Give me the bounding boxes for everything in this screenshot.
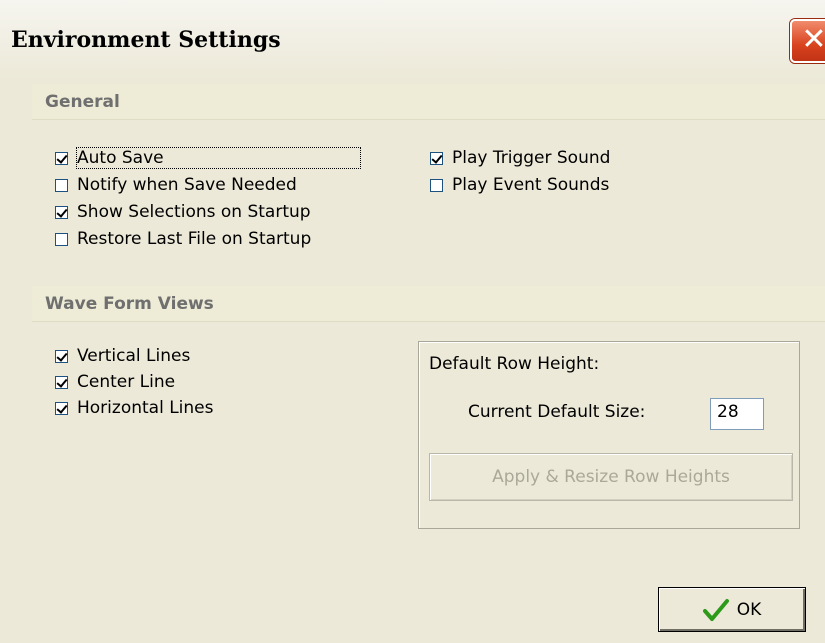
environment-settings-dialog: Environment Settings ✕ General Auto Save… [0, 0, 825, 643]
vertical-lines-checkbox[interactable]: Vertical Lines [55, 344, 190, 368]
checkbox-label: Restore Last File on Startup [77, 229, 312, 249]
title-bar[interactable]: Environment Settings ✕ [0, 0, 825, 80]
checkbox-label: Vertical Lines [77, 346, 191, 366]
close-button[interactable]: ✕ [790, 19, 825, 63]
checkmark-icon [702, 598, 729, 621]
checkbox-label: Horizontal Lines [77, 398, 214, 418]
checkbox-box[interactable] [55, 401, 68, 415]
horizontal-lines-checkbox[interactable]: Horizontal Lines [55, 396, 214, 420]
checkbox-box[interactable] [55, 178, 68, 192]
checkbox-box[interactable] [430, 178, 443, 192]
restore-last-file-checkbox[interactable]: Restore Last File on Startup [55, 227, 311, 251]
waveform-section-header: Wave Form Views [32, 286, 825, 322]
general-section-header: General [32, 84, 825, 120]
waveform-header-label: Wave Form Views [45, 294, 214, 314]
auto-save-checkbox[interactable]: Auto Save [55, 146, 361, 170]
checkbox-box[interactable] [55, 151, 68, 165]
notify-save-needed-checkbox[interactable]: Notify when Save Needed [55, 173, 297, 197]
checkbox-box[interactable] [55, 375, 68, 389]
window-title: Environment Settings [11, 27, 281, 53]
checkbox-label: Notify when Save Needed [77, 175, 297, 195]
checkbox-label: Play Event Sounds [452, 175, 610, 195]
close-icon: ✕ [801, 22, 825, 57]
checkbox-label: Auto Save [76, 147, 361, 169]
checkbox-label: Center Line [77, 372, 176, 392]
center-line-checkbox[interactable]: Center Line [55, 370, 175, 394]
default-row-height-group: Default Row Height: Current Default Size… [418, 341, 800, 529]
checkbox-label: Show Selections on Startup [77, 202, 311, 222]
apply-resize-row-heights-button[interactable]: Apply & Resize Row Heights [429, 453, 793, 501]
ok-label: OK [736, 599, 762, 620]
checkbox-label: Play Trigger Sound [452, 148, 611, 168]
default-row-height-title: Default Row Height: [429, 354, 600, 374]
checkbox-box[interactable] [55, 205, 68, 219]
play-trigger-sound-checkbox[interactable]: Play Trigger Sound [430, 146, 610, 170]
ok-button[interactable]: OK [658, 587, 806, 632]
show-selections-startup-checkbox[interactable]: Show Selections on Startup [55, 200, 311, 224]
default-size-input[interactable]: 28 [710, 398, 764, 430]
general-header-label: General [45, 92, 120, 112]
checkbox-box[interactable] [55, 349, 68, 363]
checkbox-box[interactable] [55, 232, 68, 246]
current-default-size-label: Current Default Size: [468, 402, 646, 422]
play-event-sounds-checkbox[interactable]: Play Event Sounds [430, 173, 609, 197]
checkbox-box[interactable] [430, 151, 443, 165]
